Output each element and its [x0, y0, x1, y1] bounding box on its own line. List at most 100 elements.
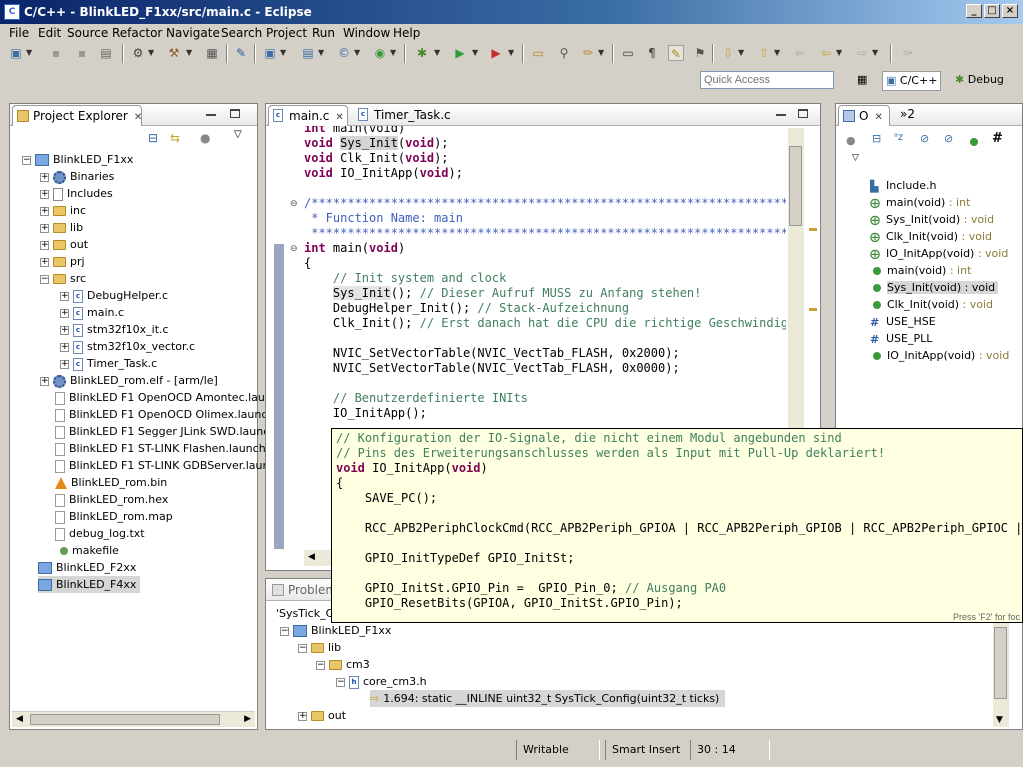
filter-icon[interactable]: ●	[200, 131, 210, 145]
search-tree-item[interactable]: − cm3	[316, 656, 370, 673]
pencil-dropdown-icon[interactable]: ▼	[598, 45, 604, 61]
open-perspective-button[interactable]: ▦	[854, 71, 870, 91]
expand-toggle-icon[interactable]: +	[40, 240, 49, 250]
outline-item[interactable]: # USE_HSE	[870, 313, 936, 330]
build-config-dropdown-icon[interactable]: ▼	[148, 45, 154, 61]
back-dropdown-icon[interactable]: ▼	[836, 45, 842, 61]
pin-editor-icon[interactable]: ✑	[900, 45, 916, 61]
debug-icon[interactable]: ✱	[414, 45, 430, 61]
hide-macros-icon[interactable]: #	[992, 131, 1003, 146]
fold-toggle-icon[interactable]: ⊖	[290, 199, 298, 209]
scroll-down-icon[interactable]: ▼	[996, 715, 1003, 725]
run-dropdown-icon[interactable]: ▼	[472, 45, 478, 61]
search-tree-item[interactable]: − BlinkLED_F1xx	[280, 622, 391, 639]
outline-item[interactable]: main(void) : int	[870, 262, 971, 279]
tree-item[interactable]: + c Timer_Task.c	[60, 355, 157, 372]
tab-problems[interactable]: Problem	[268, 580, 338, 601]
search-tree-item[interactable]: − lib	[298, 639, 341, 656]
debug-dropdown-icon[interactable]: ▼	[434, 45, 440, 61]
tree-item[interactable]: BlinkLED_F2xx	[38, 559, 136, 576]
tree-item[interactable]: + c stm32f10x_it.c	[60, 321, 169, 338]
tree-item[interactable]: BlinkLED F1 ST-LINK GDBServer.laur	[55, 457, 267, 474]
close-icon[interactable]: ✕	[335, 112, 343, 123]
link-with-editor-icon[interactable]: ⇆	[170, 131, 180, 145]
maximize-view-icon[interactable]	[798, 109, 808, 118]
collapse-toggle-icon[interactable]: −	[336, 677, 345, 687]
binary-build-icon[interactable]: ▦	[204, 45, 220, 61]
collapse-toggle-icon[interactable]: −	[22, 155, 31, 165]
pencil-icon[interactable]: ✏	[580, 45, 596, 61]
annotation-icon[interactable]: ⚑	[692, 45, 708, 61]
outline-item[interactable]: Sys_Init(void) : void	[870, 279, 999, 296]
scroll-left-icon[interactable]: ◀	[308, 552, 315, 562]
tree-item[interactable]: BlinkLED F1 OpenOCD Olimex.launcl	[55, 406, 270, 423]
new-source-dropdown-icon[interactable]: ▼	[318, 45, 324, 61]
outline-item[interactable]: ⨁ Clk_Init(void) : void	[870, 228, 992, 245]
fold-toggle-icon[interactable]: ⊖	[290, 244, 298, 254]
show-whitespace-icon[interactable]: ¶	[644, 45, 660, 61]
expand-toggle-icon[interactable]: +	[40, 206, 49, 216]
tree-item[interactable]: + inc	[40, 202, 86, 219]
menu-help[interactable]: Help	[393, 26, 420, 40]
build-hammer-icon[interactable]: ⚒	[166, 45, 182, 61]
tree-item[interactable]: + c main.c	[60, 304, 124, 321]
tree-item[interactable]: + c DebugHelper.c	[60, 287, 168, 304]
next-annotation-icon[interactable]: ⇩	[720, 45, 736, 61]
back-icon[interactable]: ⇦	[818, 45, 834, 61]
open-type-icon[interactable]: ◉	[372, 45, 388, 61]
minimize-button[interactable]: _	[966, 4, 982, 18]
hide-fields-icon[interactable]: ●	[846, 134, 856, 147]
tree-item[interactable]: + out	[40, 236, 88, 253]
collapse-toggle-icon[interactable]: −	[298, 643, 307, 653]
vertical-scrollbar[interactable]: ▼	[993, 623, 1009, 727]
collapse-toggle-icon[interactable]: −	[40, 274, 49, 284]
print-icon[interactable]: ▤	[98, 45, 114, 61]
tree-item[interactable]: BlinkLED F1 Segger JLink SWD.launc	[55, 423, 269, 440]
expand-toggle-icon[interactable]: +	[60, 342, 69, 352]
perspective-debug[interactable]: ✱ Debug	[952, 71, 1007, 91]
external-tools-icon[interactable]: ▶	[488, 45, 504, 61]
scrollbar-thumb[interactable]	[994, 627, 1007, 699]
maximize-view-icon[interactable]	[230, 109, 240, 118]
tree-item[interactable]: − BlinkLED_F1xx	[22, 151, 133, 168]
tab-project-explorer[interactable]: Project Explorer ✕	[12, 105, 142, 126]
expand-toggle-icon[interactable]: +	[40, 376, 49, 386]
menu-source[interactable]: Source	[67, 26, 108, 40]
tree-item[interactable]: + BlinkLED_rom.elf - [arm/le]	[40, 372, 218, 389]
close-icon[interactable]: ✕	[134, 112, 142, 123]
tree-item[interactable]: + Includes	[40, 185, 113, 202]
tree-item[interactable]: debug_log.txt	[55, 525, 145, 542]
scrollbar-thumb[interactable]	[30, 714, 220, 725]
forward-icon[interactable]: ⇨	[854, 45, 870, 61]
new-class-dropdown-icon[interactable]: ▼	[354, 45, 360, 61]
hide-static-icon[interactable]: ⊘	[920, 132, 929, 145]
save-all-icon[interactable]: ▪	[74, 45, 90, 61]
scroll-left-icon[interactable]: ◀	[16, 714, 23, 724]
menu-run[interactable]: Run	[312, 26, 335, 40]
new-class-icon[interactable]: ©	[336, 45, 352, 61]
ruler-marker[interactable]	[809, 308, 817, 311]
hide-nonpublic-icon[interactable]: ⊘	[944, 132, 953, 145]
quick-access-input[interactable]	[700, 71, 834, 89]
close-button[interactable]: ×	[1002, 4, 1018, 18]
outline-item[interactable]: # USE_PLL	[870, 330, 932, 347]
collapse-toggle-icon[interactable]: −	[316, 660, 325, 670]
debug-config-icon[interactable]: ✎	[233, 45, 249, 61]
tree-item[interactable]: + prj	[40, 253, 85, 270]
expand-toggle-icon[interactable]: +	[40, 172, 49, 182]
save-icon[interactable]: ▪	[48, 45, 64, 61]
menu-window[interactable]: Window	[343, 26, 390, 40]
view-menu-icon[interactable]: ▽	[234, 129, 242, 140]
tree-item[interactable]: + lib	[40, 219, 83, 236]
outline-item[interactable]: ⨁ IO_InitApp(void) : void	[870, 245, 1008, 262]
tree-item[interactable]: BlinkLED_F4xx	[38, 576, 141, 593]
open-type-dropdown-icon[interactable]: ▼	[390, 45, 396, 61]
outline-item[interactable]: Clk_Init(void) : void	[870, 296, 993, 313]
new-source-folder-icon[interactable]: ▤	[300, 45, 316, 61]
tree-item[interactable]: BlinkLED_rom.bin	[55, 474, 167, 491]
outline-item[interactable]: ⨁ main(void) : int	[870, 194, 970, 211]
expand-toggle-icon[interactable]: +	[298, 711, 307, 721]
new-c-project-icon[interactable]: ▣	[262, 45, 278, 61]
expand-toggle-icon[interactable]: +	[60, 308, 69, 318]
collapse-toggle-icon[interactable]: −	[280, 626, 289, 636]
